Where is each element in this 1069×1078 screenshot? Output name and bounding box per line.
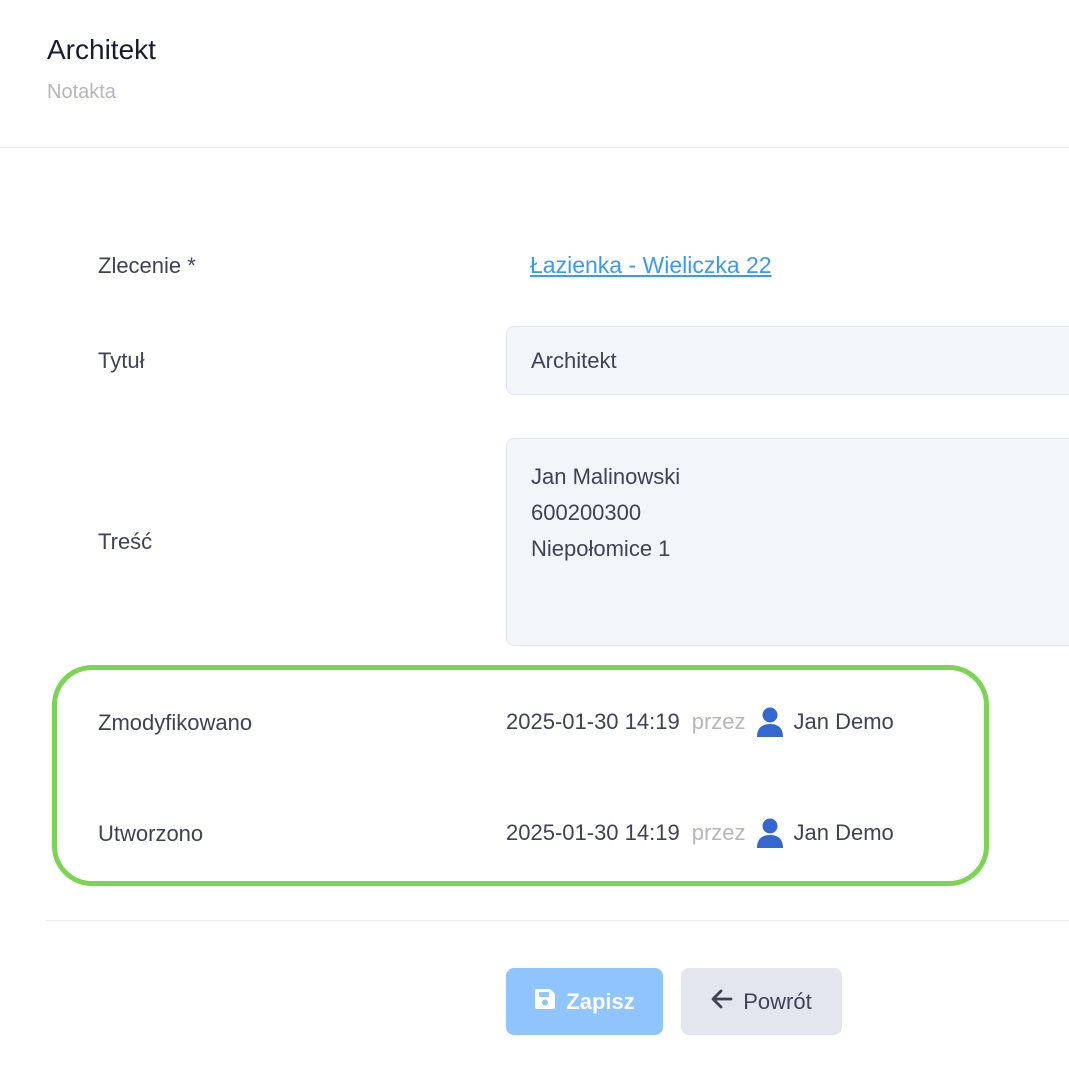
modified-user[interactable]: Jan Demo (794, 709, 894, 735)
save-button[interactable]: Zapisz (506, 968, 663, 1035)
order-link[interactable]: Łazienka - Wieliczka 22 (530, 252, 772, 279)
save-icon (534, 988, 566, 1016)
back-button[interactable]: Powrót (681, 968, 842, 1035)
page-subtitle: Notakta (47, 81, 116, 103)
created-user[interactable]: Jan Demo (794, 820, 894, 846)
modified-label: Zmodyfikowano (98, 710, 253, 735)
created-date: 2025-01-30 14:19 (506, 820, 680, 845)
save-label: Zapisz (566, 988, 635, 1014)
modified-date: 2025-01-30 14:19 (506, 709, 680, 734)
created-label: Utworzono (98, 821, 204, 846)
content-textarea[interactable]: Jan Malinowski 600200300 Niepołomice 1 (506, 438, 1069, 646)
page-header: Architekt Notakta (0, 0, 1069, 148)
page-title: Architekt (47, 34, 156, 65)
footer-divider (46, 920, 1069, 921)
title-input[interactable]: Architekt (506, 326, 1069, 395)
user-icon (756, 818, 784, 848)
arrow-left-icon (711, 989, 743, 1015)
content-label: Treść (98, 529, 153, 554)
user-icon (756, 707, 784, 737)
title-label: Tytuł (98, 348, 145, 373)
order-label: Zlecenie * (98, 253, 196, 278)
modified-info: 2025-01-30 14:19 przez Jan Demo (506, 707, 894, 737)
created-by-word: przez (691, 820, 746, 845)
created-info: 2025-01-30 14:19 przez Jan Demo (506, 818, 894, 848)
modified-by-word: przez (691, 709, 746, 734)
metadata-highlight (52, 665, 989, 886)
back-label: Powrót (743, 988, 812, 1014)
